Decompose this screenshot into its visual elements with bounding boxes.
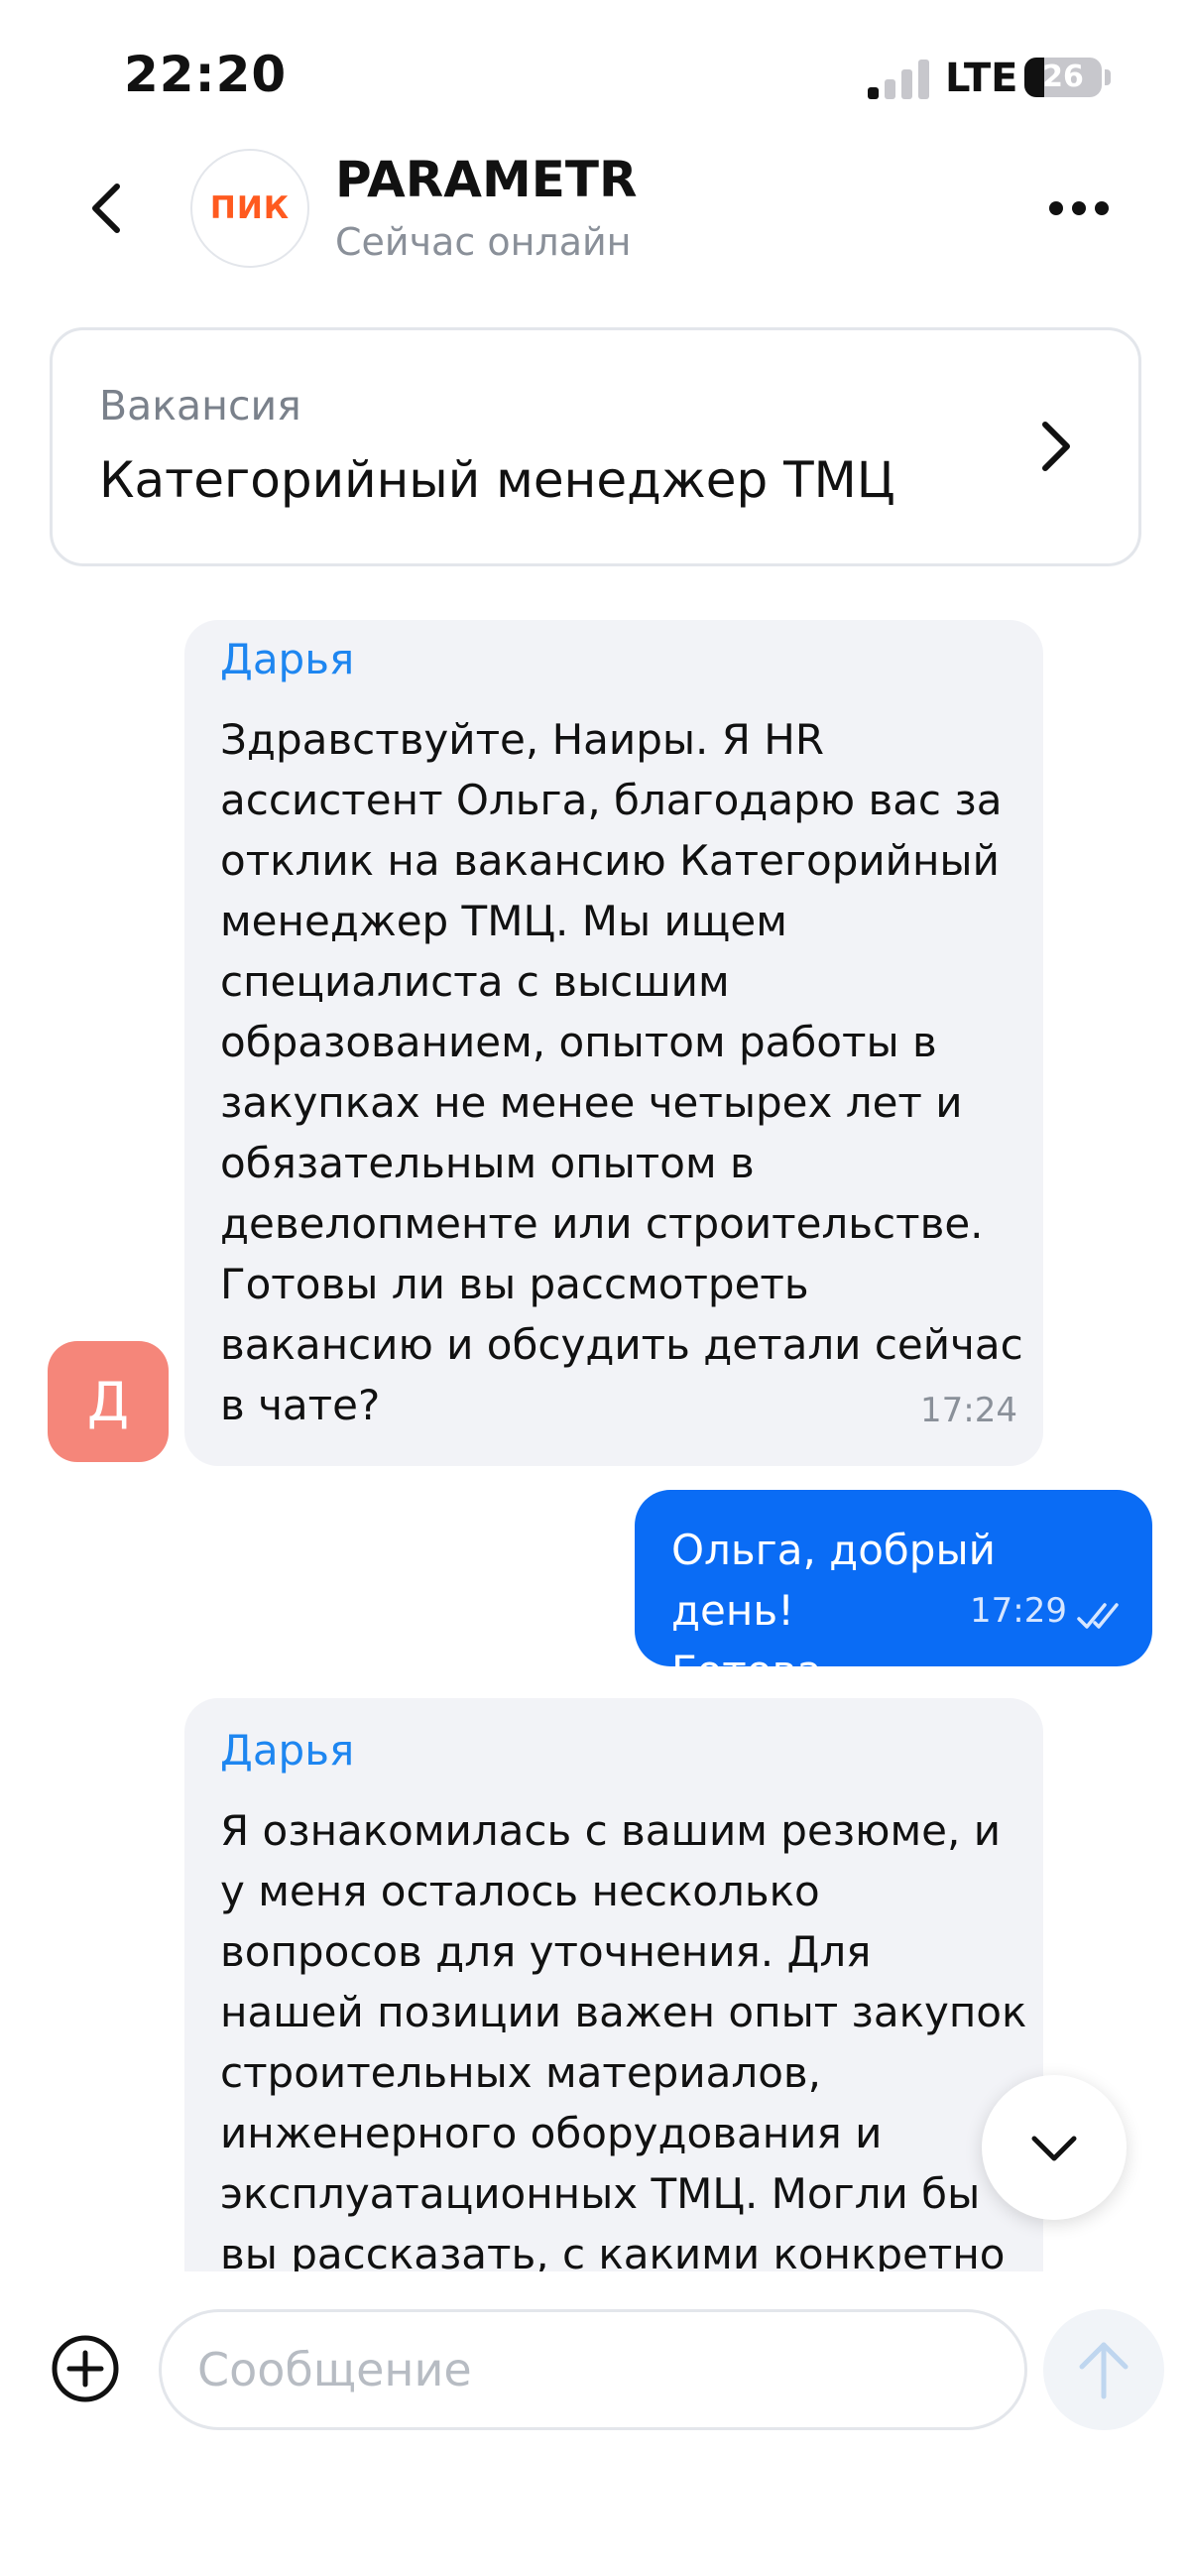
message-input[interactable]	[159, 2309, 1027, 2430]
message-text: Я ознакомилась с вашим резюме, и у меня …	[220, 1806, 1027, 2278]
message-time: 17:24	[920, 1391, 1017, 1430]
chevron-down-icon	[1031, 2136, 1077, 2161]
read-checkmarks-icon	[1075, 1599, 1130, 1637]
message-sender: Дарья	[220, 1726, 355, 1775]
plus-circle-icon	[52, 2335, 119, 2402]
logo-text: ПИК	[209, 190, 291, 226]
message-time: 17:29	[970, 1591, 1067, 1631]
network-type: LTE	[945, 56, 1018, 101]
battery-icon: 26	[1024, 58, 1102, 97]
scroll-to-bottom-button[interactable]	[982, 2075, 1127, 2220]
attach-button[interactable]	[50, 2333, 121, 2404]
company-logo[interactable]: ПИК	[190, 149, 309, 268]
vacancy-title: Категорийный менеджер ТМЦ	[99, 451, 895, 509]
status-time: 22:20	[124, 46, 288, 103]
message-sender: Дарья	[220, 635, 355, 683]
send-button[interactable]	[1043, 2309, 1164, 2430]
online-status: Сейчас онлайн	[335, 220, 632, 264]
battery-tip	[1105, 69, 1111, 85]
avatar[interactable]: Д	[48, 1341, 169, 1462]
message-text: Здравствуйте, Наиры. Я HR ассистент Ольг…	[220, 715, 1023, 1429]
more-menu-icon[interactable]	[1049, 198, 1109, 218]
chevron-right-icon	[1031, 417, 1079, 476]
vacancy-card[interactable]	[50, 327, 1141, 566]
battery-level: 26	[1042, 60, 1084, 94]
arrow-up-icon	[1079, 2342, 1129, 2399]
back-button[interactable]	[79, 179, 139, 238]
chevron-left-icon	[92, 184, 120, 233]
vacancy-label: Вакансия	[99, 382, 301, 429]
chat-title[interactable]: PARAMETR	[335, 151, 637, 208]
signal-icon	[868, 60, 931, 99]
